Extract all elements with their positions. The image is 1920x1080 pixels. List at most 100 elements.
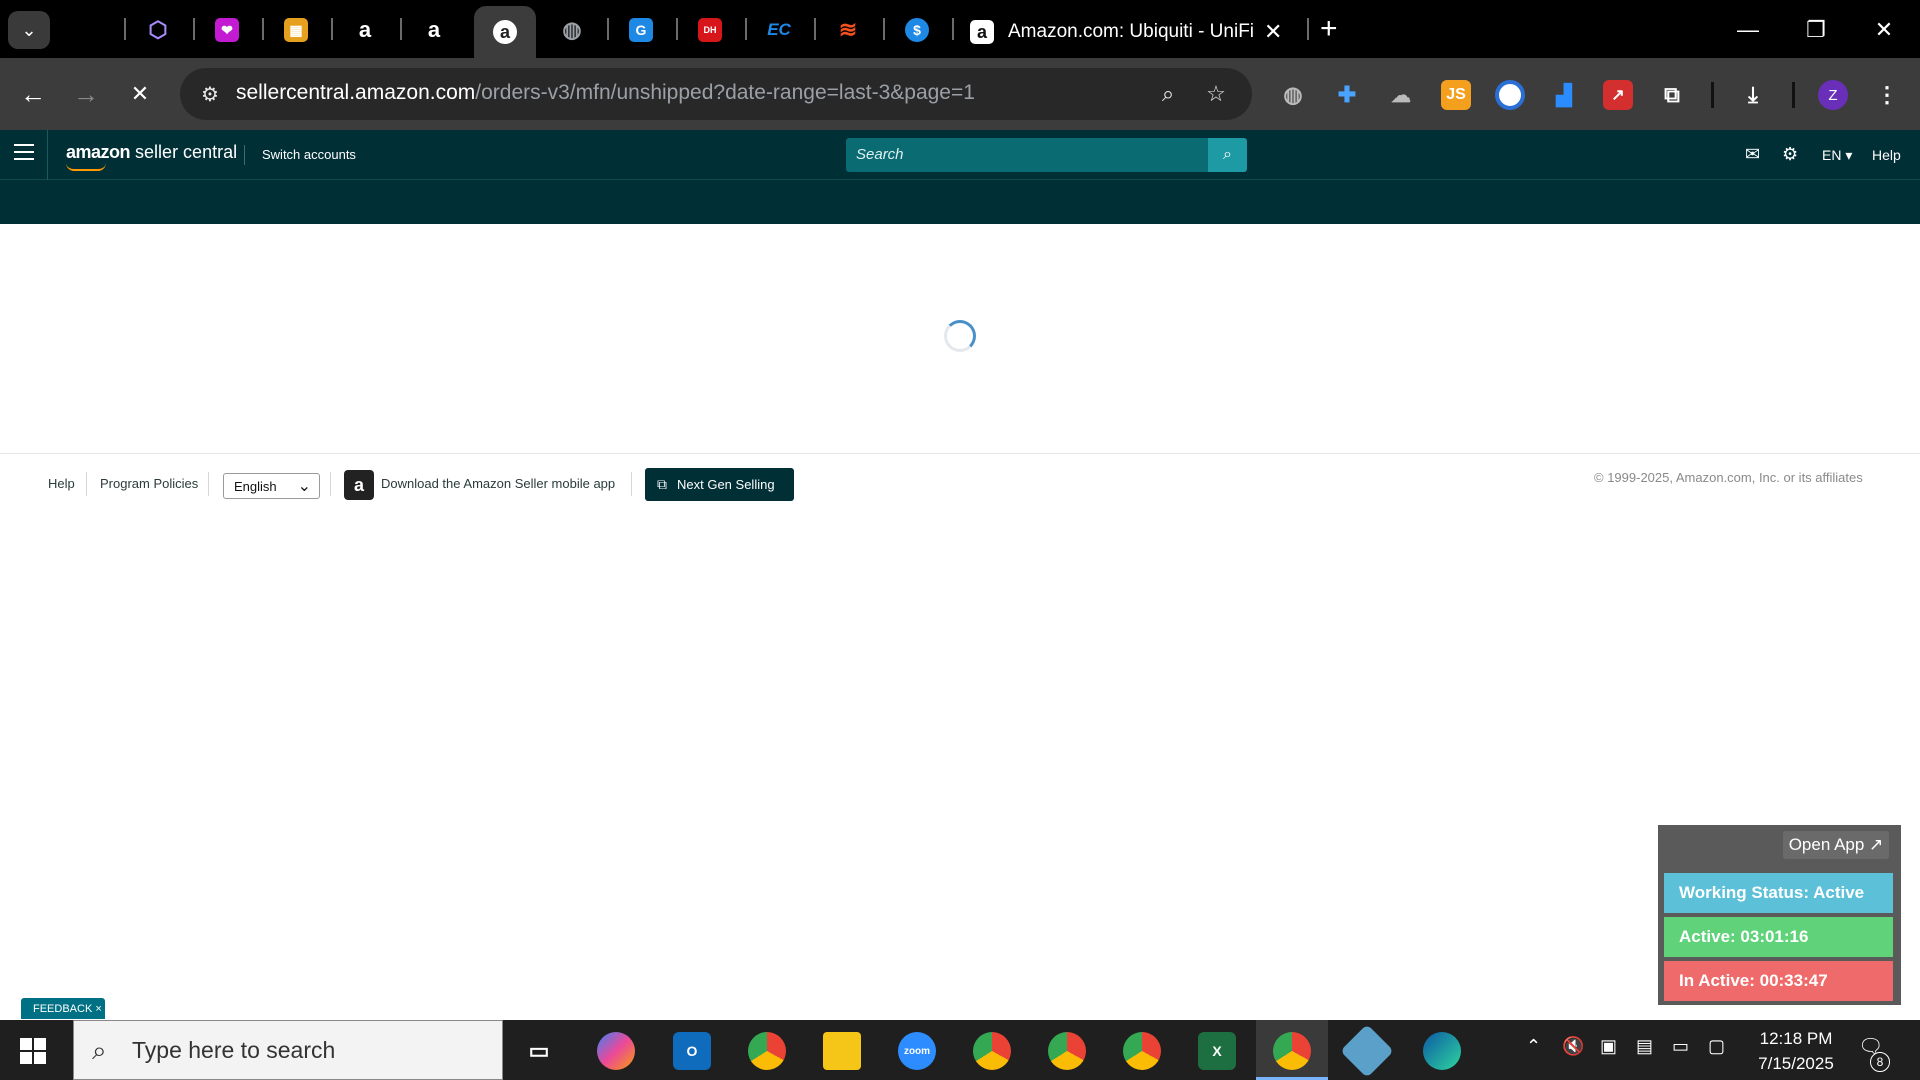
footer-separator — [86, 472, 87, 496]
download-app-link[interactable]: Download the Amazon Seller mobile app — [381, 476, 615, 491]
next-gen-selling-button[interactable]: ⧉ Next Gen Selling — [645, 468, 794, 501]
extension-plus-icon[interactable]: ✚ — [1332, 80, 1362, 110]
meet-icon[interactable]: ▣ — [1600, 1036, 1617, 1057]
pinned-tab-dh[interactable]: DH — [690, 10, 730, 50]
hamburger-menu-icon[interactable] — [14, 144, 34, 164]
tab-separator — [952, 18, 954, 40]
pinned-tab-globe[interactable]: ◍ — [552, 10, 592, 50]
chrome-active-icon[interactable] — [1273, 1032, 1311, 1070]
site-settings-icon[interactable]: ⚙ — [196, 80, 224, 108]
restore-icon[interactable]: ❐ — [1791, 10, 1841, 50]
tab-separator — [400, 18, 402, 40]
tab-amazon-ubiquiti[interactable]: a Amazon.com: Ubiquiti - UniFi 6 ✕ — [960, 6, 1290, 58]
chrome-profile-3-icon[interactable] — [1123, 1032, 1161, 1070]
taskbar-search-placeholder: Type here to search — [132, 1036, 336, 1063]
extension-chart-icon[interactable]: ▟ — [1549, 80, 1579, 110]
pinned-tab-g[interactable]: G — [621, 10, 661, 50]
extension-circle-icon[interactable] — [1495, 80, 1525, 110]
file-explorer-icon[interactable] — [823, 1032, 861, 1070]
taskbar-search-input[interactable]: ⌕ Type here to search — [73, 1020, 503, 1080]
search-icon: ⌕ — [92, 1035, 107, 1065]
download-icon[interactable]: ⤓ — [1738, 80, 1768, 110]
amazon-a-icon: a — [493, 20, 517, 44]
next-gen-label: Next Gen Selling — [677, 477, 775, 492]
close-window-icon[interactable]: ✕ — [1859, 10, 1909, 50]
forward-icon[interactable]: → — [68, 76, 104, 112]
minimize-icon[interactable]: — — [1723, 10, 1773, 50]
search-button[interactable]: ⌕ — [1208, 138, 1247, 172]
feedback-tab[interactable]: FEEDBACK × — [21, 998, 105, 1019]
pinned-tab-package[interactable]: ▦ — [276, 10, 316, 50]
stop-loading-icon[interactable]: ✕ — [122, 76, 158, 112]
work-status-widget: Open App ↗ Working Status: Active Active… — [1658, 825, 1901, 1005]
battery-icon[interactable]: ▭ — [1672, 1036, 1689, 1057]
profile-avatar[interactable]: Z — [1818, 80, 1848, 110]
excel-label: X — [1212, 1043, 1222, 1059]
open-app-button[interactable]: Open App ↗ — [1783, 831, 1889, 859]
taskbar-clock[interactable]: 12:18 PM 7/15/2025 — [1746, 1026, 1846, 1076]
volume-muted-icon[interactable]: 🔇 — [1562, 1036, 1584, 1057]
windows-start-icon[interactable] — [20, 1038, 46, 1064]
pinned-tab-amazon-active[interactable]: a — [474, 6, 536, 58]
pinned-tab-amazon-2[interactable]: a — [414, 10, 454, 50]
heart-icon: ❤ — [215, 18, 239, 42]
chrome-icon[interactable] — [973, 1032, 1011, 1070]
copilot-icon[interactable] — [597, 1032, 635, 1070]
url-domain: sellercentral.amazon.com — [236, 81, 476, 104]
tab-separator — [1307, 18, 1309, 40]
new-tab-button[interactable]: + — [1320, 12, 1338, 46]
js-extension-icon[interactable]: JS — [1441, 80, 1471, 110]
language-select[interactable]: English ⌄ — [223, 473, 320, 499]
language-code: EN — [1822, 147, 1842, 163]
pinned-tab-ec[interactable]: EC — [759, 10, 799, 50]
working-status-bar: Working Status: Active — [1664, 873, 1893, 913]
search-input[interactable]: Search — [846, 138, 1208, 172]
tab-separator — [262, 18, 264, 40]
seller-central-logo[interactable]: amazon seller central — [66, 142, 237, 163]
close-tab-icon[interactable]: ✕ — [1264, 19, 1282, 45]
cube-icon: ⬡ — [148, 17, 168, 42]
zoom-app-icon[interactable]: zoom — [898, 1032, 936, 1070]
tab-search-dropdown-icon[interactable]: ⌄ — [8, 11, 50, 49]
chrome-profile-icon[interactable] — [748, 1032, 786, 1070]
network-icon[interactable]: ▢ — [1708, 1036, 1725, 1057]
seller-central-subnav — [0, 180, 1920, 224]
switch-accounts-link[interactable]: Switch accounts — [262, 147, 356, 162]
mail-icon[interactable]: ✉ — [1745, 144, 1760, 165]
address-url[interactable]: sellercentral.amazon.com/orders-v3/mfn/u… — [236, 81, 975, 105]
zoom-icon[interactable]: ⌕ — [1154, 80, 1182, 108]
pinned-tab-stack[interactable]: ≋ — [828, 10, 868, 50]
dh-icon: DH — [698, 18, 722, 42]
extensions-puzzle-icon[interactable]: ⧉ — [1657, 80, 1687, 110]
settings-gear-icon[interactable]: ⚙ — [1782, 144, 1798, 165]
show-hidden-icons-icon[interactable]: ⌃ — [1526, 1036, 1541, 1057]
program-policies-link[interactable]: Program Policies — [100, 476, 198, 491]
task-view-icon[interactable]: ▭ — [520, 1032, 558, 1070]
menu-kebab-icon[interactable]: ⋮ — [1872, 80, 1902, 110]
back-icon[interactable]: ← — [15, 76, 51, 112]
chrome-profile-2-icon[interactable] — [1048, 1032, 1086, 1070]
edge-icon[interactable] — [1423, 1032, 1461, 1070]
amazon-app-icon[interactable]: a — [344, 470, 374, 500]
pinned-tab-cube[interactable]: ⬡ — [138, 10, 178, 50]
ec-icon: EC — [767, 18, 791, 42]
outlook-icon[interactable]: O — [673, 1032, 711, 1070]
pinned-tab-amazon-1[interactable]: a — [345, 10, 385, 50]
translate-globe-icon[interactable]: ◍ — [1278, 80, 1308, 110]
screen-record-icon[interactable]: ▤ — [1636, 1036, 1653, 1057]
footer-help-link[interactable]: Help — [48, 476, 75, 491]
footer-separator — [208, 472, 209, 496]
excel-icon[interactable]: X — [1198, 1032, 1236, 1070]
address-bar[interactable]: ⚙ sellercentral.amazon.com/orders-v3/mfn… — [180, 68, 1252, 120]
pinned-tab-heart[interactable]: ❤ — [207, 10, 247, 50]
tab-separator — [124, 18, 126, 40]
bookmark-star-icon[interactable]: ☆ — [1202, 80, 1230, 108]
header-divider — [47, 130, 48, 180]
toolbar-separator — [1792, 82, 1795, 108]
help-link[interactable]: Help — [1872, 147, 1901, 163]
extension-arrow-icon[interactable]: ↗ — [1603, 80, 1633, 110]
ec-label: EC — [767, 20, 791, 39]
pinned-tab-dollar[interactable]: $ — [897, 10, 937, 50]
language-dropdown[interactable]: EN ▾ — [1822, 147, 1852, 164]
extension-cloud-icon[interactable]: ☁ — [1386, 80, 1416, 110]
